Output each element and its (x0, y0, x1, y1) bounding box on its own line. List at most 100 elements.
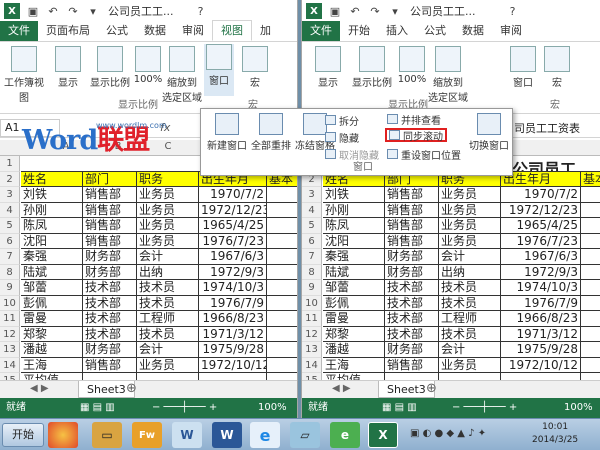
table-cell[interactable]: 销售部 (83, 233, 137, 249)
formula-value[interactable]: 司员工工资表 (514, 120, 580, 136)
table-cell[interactable]: 财务部 (83, 264, 137, 280)
synchronous-scrolling-button[interactable]: 同步滚动 (385, 128, 447, 143)
excel-taskbar-icon[interactable]: X (368, 422, 398, 448)
tab-data[interactable]: 数据 (454, 21, 492, 41)
tab-page-layout[interactable]: 页面布局 (38, 21, 98, 41)
redo-icon[interactable]: ↷ (368, 4, 382, 18)
table-cell[interactable]: 沈阳 (21, 233, 83, 249)
view-mode-icons[interactable]: ▦ ▤ ▥ (80, 398, 115, 418)
table-cell[interactable]: 1972/12/23 (501, 202, 581, 218)
save-icon[interactable]: ▣ (328, 4, 342, 18)
table-cell[interactable] (581, 358, 600, 373)
table-cell[interactable]: 会计 (439, 249, 501, 265)
table-cell[interactable]: 陆斌 (323, 264, 385, 280)
table-cell[interactable]: 1976/7/23 (501, 233, 581, 249)
table-cell[interactable]: 销售部 (385, 218, 439, 234)
table-cell[interactable]: 业务员 (439, 202, 501, 218)
undo-icon[interactable]: ↶ (348, 4, 362, 18)
table-cell[interactable]: 销售部 (385, 233, 439, 249)
table-cell[interactable]: 孙刚 (323, 202, 385, 218)
table-cell[interactable] (267, 203, 297, 218)
table-cell[interactable]: 陈凤 (323, 218, 385, 234)
table-cell[interactable]: 财务部 (83, 342, 137, 358)
arrange-all-button[interactable]: 全部重排 (249, 113, 293, 152)
table-cell[interactable]: 1976/7/9 (199, 295, 267, 311)
redo-icon[interactable]: ↷ (66, 4, 80, 18)
table-cell[interactable]: 财务部 (385, 342, 439, 358)
table-cell[interactable]: 1976/7/9 (501, 295, 581, 311)
table-cell[interactable]: 姓名 (21, 171, 83, 187)
table-cell[interactable]: 1972/9/3 (501, 264, 581, 280)
save-icon[interactable]: ▣ (26, 4, 40, 18)
table-cell[interactable]: 1972/9/3 (199, 264, 267, 280)
table-cell[interactable] (581, 203, 600, 218)
table-cell[interactable]: 1975/9/28 (199, 342, 267, 358)
tab-review[interactable]: 审阅 (174, 21, 212, 41)
table-cell[interactable] (267, 265, 297, 280)
sheet-nav-icon[interactable]: ◀ ▶ (30, 383, 49, 394)
tab-file[interactable]: 文件 (302, 21, 340, 41)
row-number[interactable]: 8 (0, 264, 20, 280)
table-cell[interactable]: 王海 (323, 357, 385, 373)
row-number[interactable]: 11 (302, 311, 322, 327)
table-cell[interactable]: 技术部 (385, 311, 439, 327)
window-button[interactable]: 窗口 (508, 46, 538, 89)
table-cell[interactable]: 业务员 (439, 357, 501, 373)
table-cell[interactable] (581, 234, 600, 249)
table-cell[interactable]: 雷曼 (323, 311, 385, 327)
customize-icon[interactable]: ▾ (86, 4, 100, 18)
table-cell[interactable] (581, 187, 600, 203)
tab-view[interactable]: 视图 (212, 20, 252, 41)
table-cell[interactable] (267, 187, 297, 203)
table-cell[interactable] (267, 296, 297, 311)
row-number[interactable]: 12 (0, 326, 20, 342)
table-cell[interactable] (267, 249, 297, 265)
show-button[interactable]: 显示 (46, 46, 90, 89)
table-cell[interactable] (581, 311, 600, 327)
tab-formulas[interactable]: 公式 (416, 21, 454, 41)
writer-icon[interactable]: W (172, 422, 202, 448)
table-cell[interactable]: 基本 (581, 171, 600, 187)
zoom-to-selection-button[interactable]: 缩放到 选定区域 (428, 46, 468, 104)
table-cell[interactable]: 邹蕾 (21, 280, 83, 296)
table-cell[interactable]: 技术部 (385, 280, 439, 296)
view-mode-icons[interactable]: ▦ ▤ ▥ (382, 398, 417, 418)
row-number[interactable]: 4 (0, 202, 20, 218)
row-number[interactable]: 10 (302, 295, 322, 311)
table-cell[interactable]: 业务员 (439, 218, 501, 234)
table-cell[interactable]: 技术部 (83, 311, 137, 327)
table-cell[interactable]: 销售部 (385, 187, 439, 203)
table-cell[interactable]: 部门 (83, 171, 137, 187)
tab-file[interactable]: 文件 (0, 21, 38, 41)
table-cell[interactable]: 技术员 (439, 295, 501, 311)
row-number[interactable]: 6 (302, 233, 322, 249)
table-cell[interactable]: 技术员 (439, 326, 501, 342)
table-cell[interactable]: 业务员 (439, 187, 501, 203)
table-cell[interactable]: 业务员 (137, 357, 199, 373)
table-cell[interactable]: 1966/8/23 (199, 311, 267, 327)
table-cell[interactable]: 技术员 (137, 295, 199, 311)
ie-icon[interactable]: e (250, 422, 280, 448)
browser-icon[interactable]: e (330, 422, 360, 448)
table-cell[interactable]: 1975/9/28 (501, 342, 581, 358)
table-cell[interactable]: 技术部 (83, 295, 137, 311)
table-cell[interactable] (581, 327, 600, 342)
zoom-slider[interactable]: − ───┼─── + (452, 398, 517, 418)
add-sheet-icon[interactable]: ⊕ (426, 381, 437, 396)
row-number[interactable]: 2 (0, 171, 20, 187)
row-number[interactable]: 5 (0, 218, 20, 234)
system-clock[interactable]: 10:01 2014/3/25 (532, 421, 578, 447)
table-cell[interactable]: 业务员 (137, 218, 199, 234)
table-cell[interactable] (581, 342, 600, 358)
table-cell[interactable]: 技术员 (137, 326, 199, 342)
table-cell[interactable]: 1967/6/3 (501, 249, 581, 265)
row-number[interactable]: 3 (302, 187, 322, 203)
table-cell[interactable]: 销售部 (83, 357, 137, 373)
undo-icon[interactable]: ↶ (46, 4, 60, 18)
table-cell[interactable] (267, 358, 297, 373)
table-cell[interactable]: 业务员 (137, 202, 199, 218)
window-button[interactable]: 窗口 (204, 44, 234, 96)
zoom-to-selection-button[interactable]: 缩放到 选定区域 (162, 46, 202, 104)
row-number[interactable]: 8 (302, 264, 322, 280)
table-cell[interactable]: 1972/10/12 (501, 357, 581, 373)
